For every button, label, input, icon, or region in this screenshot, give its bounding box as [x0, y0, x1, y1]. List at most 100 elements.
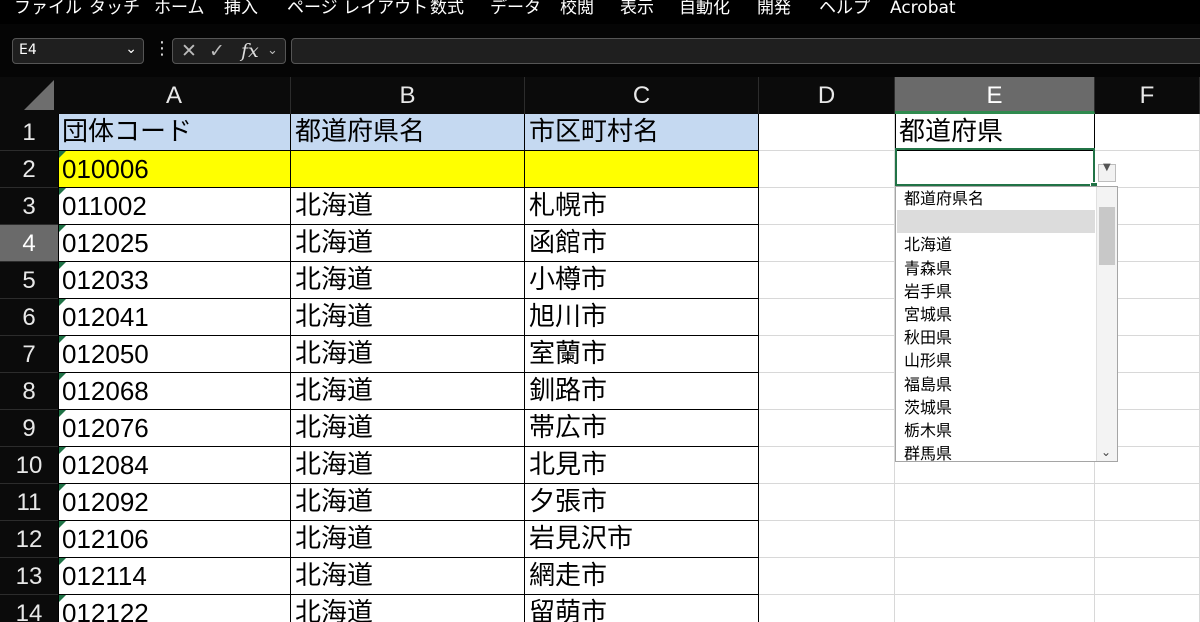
dropdown-option[interactable]: 山形県	[897, 349, 1095, 372]
table-cell[interactable]: 北海道	[291, 299, 525, 336]
table-cell[interactable]: 北見市	[525, 447, 759, 484]
column-header-d[interactable]: D	[759, 77, 895, 114]
row-header[interactable]: 3	[0, 188, 58, 225]
chevron-down-icon[interactable]: ⌄	[125, 41, 137, 57]
dropdown-option[interactable]: 茨城県	[897, 396, 1095, 419]
table-cell[interactable]: 北海道	[291, 225, 525, 262]
table-cell[interactable]: 012033	[58, 262, 291, 299]
dropdown-option[interactable]: 福島県	[897, 373, 1095, 396]
insert-function-button[interactable]: fx	[241, 40, 259, 62]
table-cell[interactable]: 012025	[58, 225, 291, 262]
input-cell[interactable]: 010006	[58, 151, 291, 188]
table-cell[interactable]: 北海道	[291, 336, 525, 373]
dropdown-option[interactable]: 宮城県	[897, 303, 1095, 326]
table-cell[interactable]: 網走市	[525, 558, 759, 595]
dropdown-button[interactable]: ▼	[1098, 162, 1116, 182]
more-options-icon[interactable]: ⋮	[153, 40, 171, 58]
table-cell[interactable]: 札幌市	[525, 188, 759, 225]
table-cell[interactable]: 釧路市	[525, 373, 759, 410]
row-header[interactable]: 12	[0, 521, 58, 558]
menu-item[interactable]: 表示	[620, 0, 654, 19]
row-header[interactable]: 13	[0, 558, 58, 595]
input-cell[interactable]	[291, 151, 525, 188]
lookup-header-cell[interactable]: 都道府県	[895, 114, 1095, 151]
table-cell[interactable]: 室蘭市	[525, 336, 759, 373]
table-cell[interactable]: 留萌市	[525, 595, 759, 622]
row-header[interactable]: 14	[0, 595, 58, 622]
formula-input[interactable]	[291, 38, 1200, 64]
dropdown-option[interactable]: 群馬県	[897, 442, 1095, 465]
dropdown-scrollbar[interactable]: ⌄	[1096, 187, 1117, 461]
row-header[interactable]: 4	[0, 225, 58, 262]
menu-item[interactable]: ヘルプ	[819, 0, 870, 19]
table-cell[interactable]: 帯広市	[525, 410, 759, 447]
menu-item[interactable]: 校閲	[560, 0, 594, 19]
table-cell[interactable]: 夕張市	[525, 484, 759, 521]
table-cell[interactable]: 012114	[58, 558, 291, 595]
cancel-icon[interactable]: ✕	[181, 40, 197, 62]
table-header-cell[interactable]: 団体コード	[58, 114, 291, 151]
table-cell[interactable]: 北海道	[291, 188, 525, 225]
row-header[interactable]: 2	[0, 151, 58, 188]
table-cell[interactable]: 北海道	[291, 262, 525, 299]
dropdown-option[interactable]: 北海道	[897, 233, 1095, 256]
menu-item[interactable]: データ	[490, 0, 541, 19]
table-cell[interactable]: 岩見沢市	[525, 521, 759, 558]
menu-item[interactable]: 挿入	[224, 0, 258, 19]
column-header-a[interactable]: A	[58, 77, 291, 114]
menu-item[interactable]: ページ レイアウト	[287, 0, 428, 19]
table-cell[interactable]: 012122	[58, 595, 291, 622]
row-header[interactable]: 7	[0, 336, 58, 373]
table-cell[interactable]: 北海道	[291, 410, 525, 447]
table-cell[interactable]: 012092	[58, 484, 291, 521]
column-header-f[interactable]: F	[1095, 77, 1200, 114]
table-cell[interactable]: 012076	[58, 410, 291, 447]
menu-item[interactable]: ホーム	[154, 0, 205, 19]
table-cell[interactable]: 旭川市	[525, 299, 759, 336]
column-header-c[interactable]: C	[525, 77, 759, 114]
column-header-e[interactable]: E	[895, 77, 1095, 114]
column-header-b[interactable]: B	[291, 77, 525, 114]
table-cell[interactable]: 北海道	[291, 521, 525, 558]
dropdown-option[interactable]: 都道府県名	[897, 187, 1095, 210]
row-header[interactable]: 6	[0, 299, 58, 336]
menu-item[interactable]: ファイル	[14, 0, 82, 19]
active-cell[interactable]	[895, 148, 1095, 186]
select-all-button[interactable]	[0, 77, 58, 114]
table-cell[interactable]: 北海道	[291, 484, 525, 521]
scrollbar-thumb[interactable]	[1099, 207, 1115, 265]
check-icon[interactable]: ✓	[209, 40, 225, 62]
name-box[interactable]: E4 ⌄	[12, 38, 144, 64]
table-cell[interactable]: 012106	[58, 521, 291, 558]
menu-item[interactable]: 数式	[430, 0, 464, 19]
row-header[interactable]: 5	[0, 262, 58, 299]
table-cell[interactable]: 012084	[58, 447, 291, 484]
table-cell[interactable]: 函館市	[525, 225, 759, 262]
table-cell[interactable]: 011002	[58, 188, 291, 225]
menu-item[interactable]: タッチ	[89, 0, 140, 19]
table-cell[interactable]: 012041	[58, 299, 291, 336]
table-cell[interactable]: 北海道	[291, 595, 525, 622]
input-cell[interactable]	[525, 151, 759, 188]
row-header[interactable]: 10	[0, 447, 58, 484]
table-cell[interactable]: 北海道	[291, 558, 525, 595]
row-header[interactable]: 11	[0, 484, 58, 521]
row-header[interactable]: 1	[0, 114, 58, 151]
menu-item[interactable]: 開発	[757, 0, 791, 19]
dropdown-option[interactable]: 秋田県	[897, 326, 1095, 349]
menu-item[interactable]: Acrobat	[890, 0, 956, 19]
table-cell[interactable]: 北海道	[291, 447, 525, 484]
table-cell[interactable]: 012050	[58, 336, 291, 373]
table-header-cell[interactable]: 都道府県名	[291, 114, 525, 151]
dropdown-list[interactable]: ⌄ 都道府県名北海道 青森県 岩手県 宮城県 秋田県 山形県 福島県 茨城県 栃木県 群馬県	[895, 186, 1118, 465]
menu-item[interactable]: 自動化	[679, 0, 730, 19]
dropdown-option[interactable]: 岩手県	[897, 280, 1095, 303]
row-header[interactable]: 8	[0, 373, 58, 410]
table-cell[interactable]: 小樽市	[525, 262, 759, 299]
dropdown-option[interactable]: 青森県	[897, 257, 1095, 280]
row-header[interactable]: 9	[0, 410, 58, 447]
scroll-down-icon[interactable]: ⌄	[1101, 445, 1111, 459]
dropdown-option[interactable]: 栃木県	[897, 419, 1095, 442]
dropdown-option[interactable]	[897, 210, 1095, 234]
table-header-cell[interactable]: 市区町村名	[525, 114, 759, 151]
